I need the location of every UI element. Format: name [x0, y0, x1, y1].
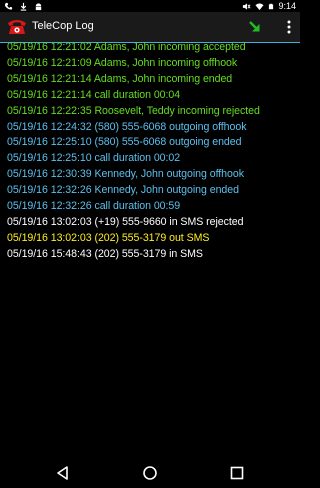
system-indicators: 9:14	[242, 0, 296, 12]
overflow-menu-icon[interactable]	[287, 20, 291, 34]
log-entry: 05/19/16 12:32:26 Kennedy, John outgoing…	[7, 184, 239, 197]
telephone-icon	[8, 20, 26, 34]
log-entry: 05/19/16 13:02:03 (+19) 555-9660 in SMS …	[7, 215, 244, 228]
log-entry: 05/19/16 12:24:32 (580) 555-6068 outgoin…	[7, 120, 247, 133]
wifi-icon	[255, 2, 265, 10]
home-icon[interactable]	[141, 464, 159, 482]
notification-icons	[4, 1, 43, 11]
log-entry: 05/19/16 12:21:14 call duration 00:04	[7, 88, 181, 101]
phone-icon	[4, 2, 13, 10]
arrow-down-right-icon[interactable]	[248, 20, 262, 34]
battery-icon	[269, 3, 274, 9]
log-entry: 05/19/16 12:32:26 call duration 00:59	[7, 200, 181, 213]
log-entry: 05/19/16 12:21:09 Adams, John incoming o…	[7, 56, 238, 69]
android-icon	[35, 2, 42, 10]
status-bar: 9:14	[0, 0, 300, 12]
log-entry: 05/19/16 12:25:10 (580) 555-6068 outgoin…	[7, 136, 242, 149]
download-icon	[20, 2, 27, 11]
app-title: TeleCop Log	[32, 20, 94, 32]
app-bar: TeleCop Log	[0, 12, 300, 42]
log-entry: 05/19/16 12:22:35 Roosevelt, Teddy incom…	[7, 104, 260, 117]
log-entry: 05/19/16 12:21:14 Adams, John incoming e…	[7, 72, 233, 85]
clock: 9:14	[278, 1, 296, 11]
back-icon[interactable]	[54, 464, 72, 482]
navigation-bar	[0, 458, 300, 488]
call-log-list[interactable]: 05/19/16 12:21:02 Adams, John incoming a…	[7, 40, 299, 263]
log-entry: 05/19/16 13:02:03 (202) 555-3179 out SMS	[7, 231, 210, 244]
log-entry: 05/19/16 12:21:02 Adams, John incoming a…	[7, 41, 246, 53]
log-entry: 05/19/16 12:30:39 Kennedy, John outgoing…	[7, 168, 244, 181]
log-entry: 05/19/16 15:48:43 (202) 555-3179 in SMS	[7, 247, 203, 260]
mute-icon	[243, 2, 251, 10]
log-entry: 05/19/16 12:25:10 call duration 00:02	[7, 152, 181, 165]
recents-icon[interactable]	[228, 464, 246, 482]
